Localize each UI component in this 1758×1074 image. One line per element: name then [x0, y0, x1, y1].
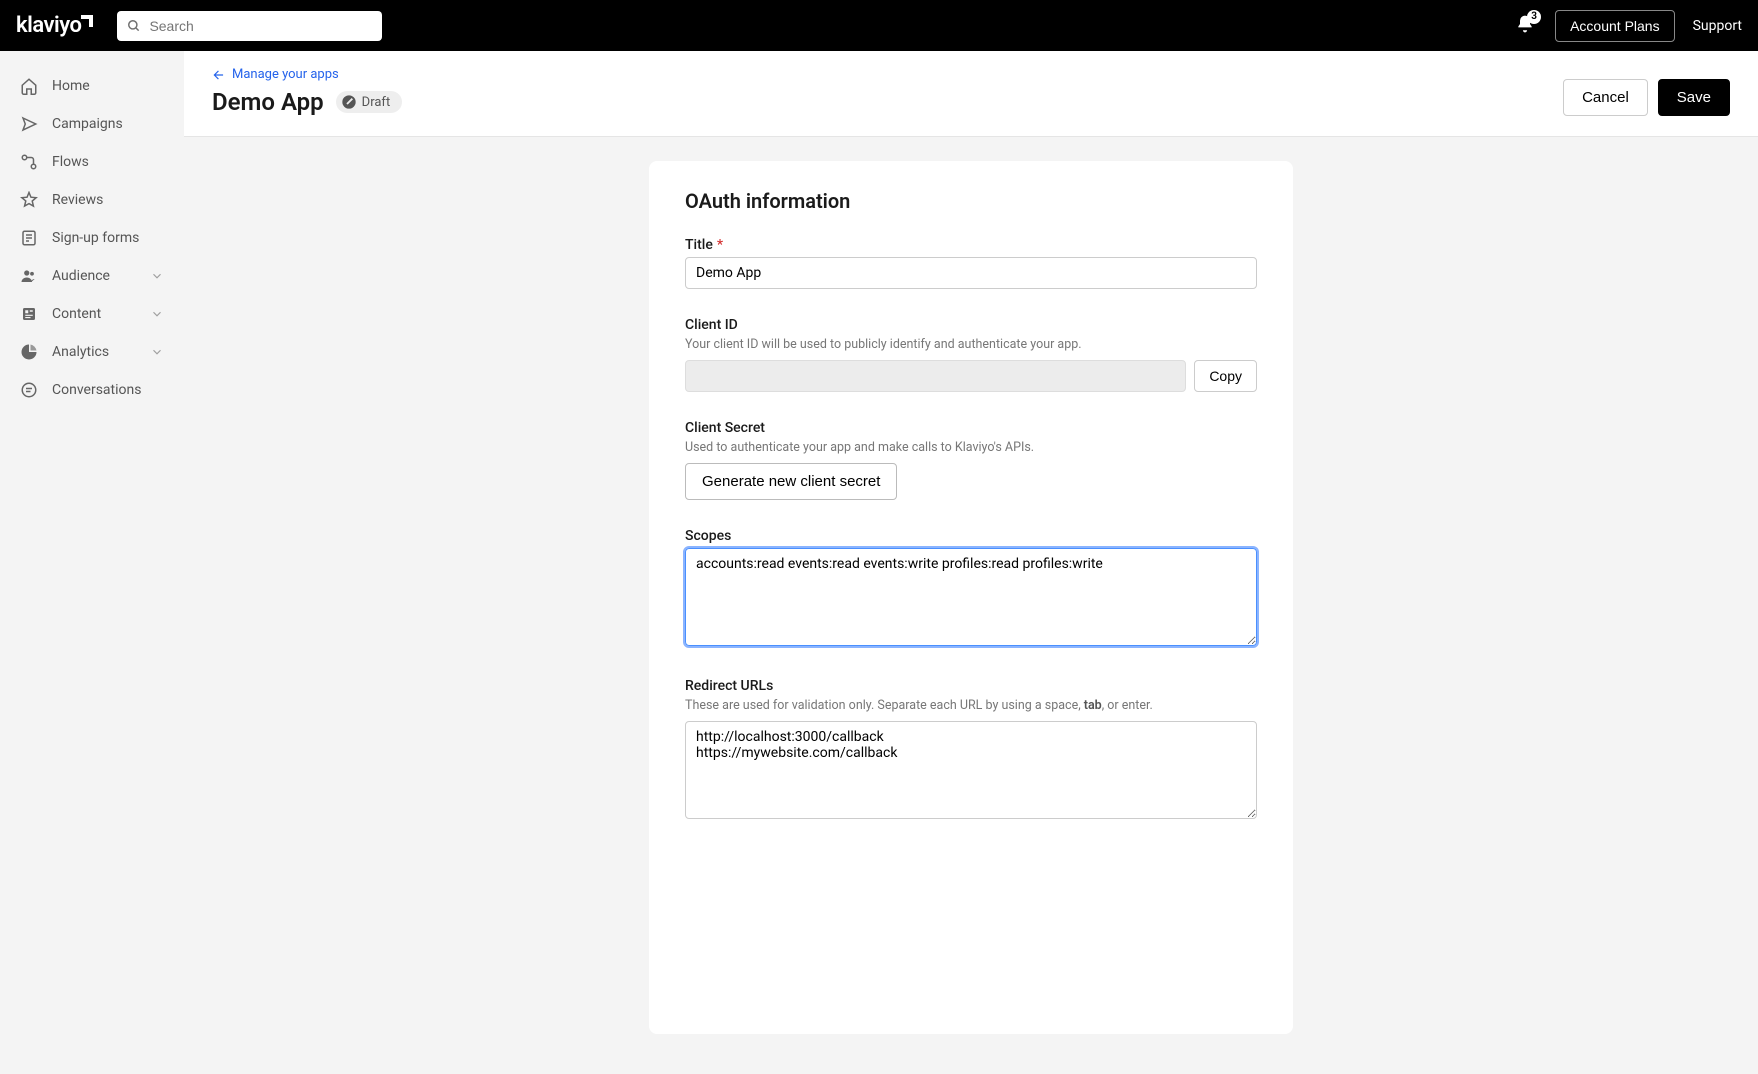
notifications-button[interactable]: 3 — [1515, 14, 1535, 38]
client-secret-helper: Used to authenticate your app and make c… — [685, 440, 1257, 455]
sidebar-item-content[interactable]: Content — [0, 295, 184, 333]
sidebar-item-label: Campaigns — [52, 116, 164, 132]
sidebar-item-label: Content — [52, 306, 150, 322]
client-id-label: Client ID — [685, 317, 1257, 333]
status-badge: Draft — [336, 91, 403, 113]
home-icon — [20, 77, 38, 95]
sidebar-item-signup-forms[interactable]: Sign-up forms — [0, 219, 184, 257]
client-id-field-group: Client ID Your client ID will be used to… — [685, 317, 1257, 392]
redirect-label: Redirect URLs — [685, 678, 1257, 694]
cancel-button[interactable]: Cancel — [1563, 79, 1648, 116]
flows-icon — [20, 153, 38, 171]
copy-client-id-button[interactable]: Copy — [1194, 360, 1257, 392]
sidebar-item-label: Sign-up forms — [52, 230, 164, 246]
chevron-down-icon — [150, 345, 164, 359]
sidebar-item-conversations[interactable]: Conversations — [0, 371, 184, 409]
account-plans-button[interactable]: Account Plans — [1555, 10, 1675, 42]
title-label: Title — [685, 237, 713, 253]
chevron-down-icon — [150, 307, 164, 321]
search-input[interactable] — [149, 18, 372, 34]
redirect-helper: These are used for validation only. Sepa… — [685, 698, 1257, 713]
sidebar-item-reviews[interactable]: Reviews — [0, 181, 184, 219]
sidebar-item-analytics[interactable]: Analytics — [0, 333, 184, 371]
main-content: Manage your apps Demo App Draft Cancel S… — [184, 51, 1758, 1074]
analytics-icon — [20, 343, 38, 361]
content-icon — [20, 305, 38, 323]
sidebar: Home Campaigns Flows Reviews Sign-up for… — [0, 51, 184, 1074]
sidebar-item-label: Analytics — [52, 344, 150, 360]
sidebar-item-label: Audience — [52, 268, 150, 284]
generate-secret-button[interactable]: Generate new client secret — [685, 463, 897, 500]
status-label: Draft — [362, 95, 391, 110]
oauth-card: OAuth information Title* Client ID Your … — [649, 161, 1293, 1034]
campaigns-icon — [20, 115, 38, 133]
client-secret-field-group: Client Secret Used to authenticate your … — [685, 420, 1257, 500]
sidebar-item-label: Home — [52, 78, 164, 94]
title-field-group: Title* — [685, 237, 1257, 289]
top-navbar: klaviyo 3 Account Plans Support — [0, 0, 1758, 51]
audience-icon — [20, 267, 38, 285]
page-title: Demo App — [212, 88, 324, 116]
search-icon — [127, 19, 141, 33]
form-icon — [20, 229, 38, 247]
client-secret-label: Client Secret — [685, 420, 1257, 436]
sidebar-item-label: Flows — [52, 154, 164, 170]
scopes-label: Scopes — [685, 528, 1257, 544]
star-icon — [20, 191, 38, 209]
sidebar-item-home[interactable]: Home — [0, 67, 184, 105]
scopes-field-group: Scopes — [685, 528, 1257, 650]
sidebar-item-audience[interactable]: Audience — [0, 257, 184, 295]
client-id-value — [685, 360, 1186, 392]
back-link[interactable]: Manage your apps — [212, 67, 339, 82]
draft-icon — [341, 94, 357, 110]
redirect-urls-input[interactable] — [685, 721, 1257, 819]
chevron-down-icon — [150, 269, 164, 283]
sidebar-item-campaigns[interactable]: Campaigns — [0, 105, 184, 143]
section-title: OAuth information — [685, 189, 1257, 213]
sidebar-item-flows[interactable]: Flows — [0, 143, 184, 181]
sidebar-item-label: Reviews — [52, 192, 164, 208]
page-header: Manage your apps Demo App Draft Cancel S… — [184, 51, 1758, 137]
global-search[interactable] — [117, 11, 382, 41]
back-link-label: Manage your apps — [232, 67, 339, 82]
support-link[interactable]: Support — [1693, 18, 1742, 34]
redirect-urls-field-group: Redirect URLs These are used for validat… — [685, 678, 1257, 823]
scopes-input[interactable] — [685, 548, 1257, 646]
conversations-icon — [20, 381, 38, 399]
client-id-helper: Your client ID will be used to publicly … — [685, 337, 1257, 352]
notification-count-badge: 3 — [1527, 10, 1541, 24]
save-button[interactable]: Save — [1658, 79, 1730, 116]
title-input[interactable] — [685, 257, 1257, 289]
brand-logo: klaviyo — [16, 13, 81, 38]
arrow-left-icon — [212, 68, 226, 82]
sidebar-item-label: Conversations — [52, 382, 164, 398]
required-asterisk: * — [717, 237, 723, 253]
